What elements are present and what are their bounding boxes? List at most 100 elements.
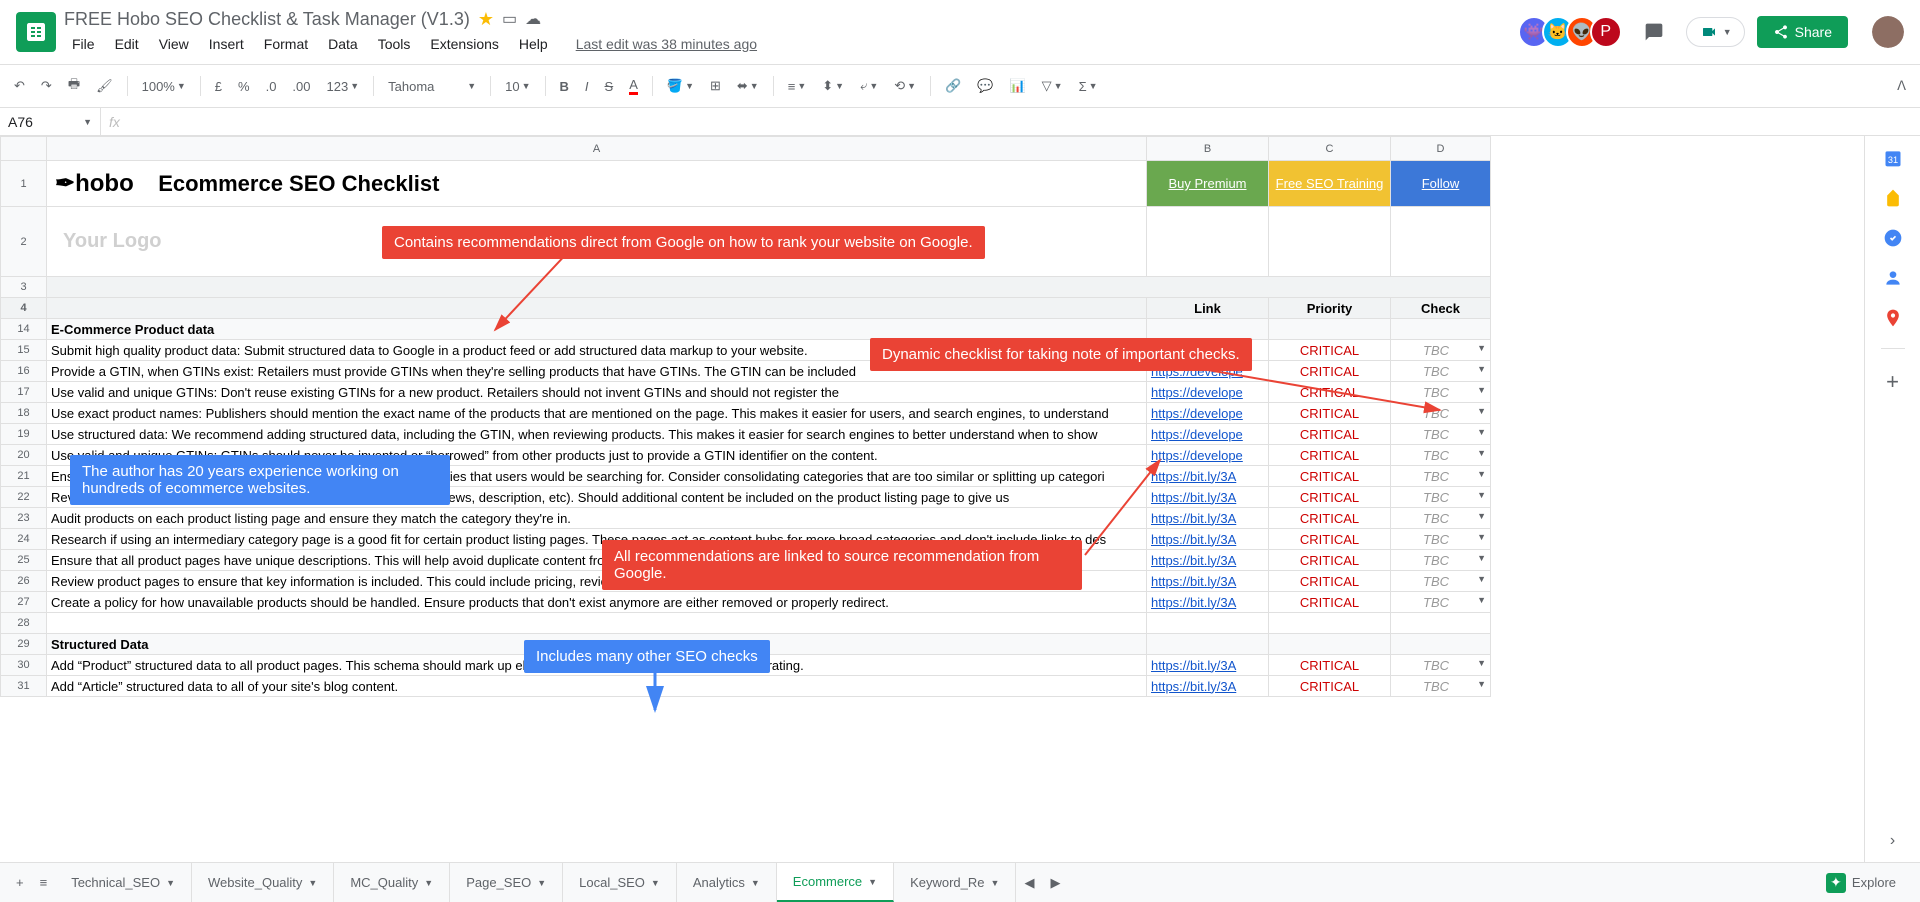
text-color-btn[interactable]: A	[623, 73, 644, 99]
check-header[interactable]: Check	[1391, 298, 1491, 319]
menu-view[interactable]: View	[151, 32, 197, 56]
link-cell[interactable]: https://bit.ly/3A	[1147, 550, 1269, 571]
meet-button[interactable]: ▼	[1686, 17, 1745, 47]
link-cell[interactable]: https://bit.ly/3A	[1147, 592, 1269, 613]
row-header[interactable]: 19	[1, 424, 47, 445]
bold-btn[interactable]: B	[554, 75, 575, 98]
explore-button[interactable]: ✦ Explore	[1810, 873, 1912, 893]
valign-btn[interactable]: ⬍ ▼	[816, 74, 850, 98]
link-cell[interactable]: https://bit.ly/3A	[1147, 529, 1269, 550]
cell[interactable]: Audit products on each product listing p…	[47, 508, 1147, 529]
link-cell[interactable]: https://develope	[1147, 445, 1269, 466]
contacts-icon[interactable]	[1883, 268, 1903, 288]
link-cell[interactable]: https://bit.ly/3A	[1147, 487, 1269, 508]
priority-cell[interactable]: CRITICAL	[1269, 340, 1391, 361]
sheet-tab[interactable]: Analytics ▼	[677, 863, 777, 902]
col-header-c[interactable]: C	[1269, 137, 1391, 161]
cell[interactable]: Use structured data: We recommend adding…	[47, 424, 1147, 445]
document-title[interactable]: FREE Hobo SEO Checklist & Task Manager (…	[64, 9, 470, 30]
menu-extensions[interactable]: Extensions	[422, 32, 506, 56]
check-cell[interactable]: TBC ▼	[1391, 361, 1491, 382]
buy-premium-link[interactable]: Buy Premium	[1147, 161, 1269, 207]
priority-cell[interactable]: CRITICAL	[1269, 550, 1391, 571]
print-icon[interactable]: 🖶	[62, 71, 86, 101]
link-cell[interactable]: https://bit.ly/3A	[1147, 466, 1269, 487]
menu-edit[interactable]: Edit	[107, 32, 147, 56]
sheet-tab[interactable]: Keyword_Re ▼	[894, 863, 1016, 902]
scroll-left-icon[interactable]: ◀	[1016, 875, 1042, 891]
italic-btn[interactable]: I	[579, 75, 595, 98]
menu-tools[interactable]: Tools	[370, 32, 419, 56]
row-header[interactable]: 2	[1, 207, 47, 277]
fontsize-select[interactable]: 10 ▼	[499, 75, 536, 98]
functions-btn[interactable]: Σ ▼	[1073, 75, 1104, 98]
dec-decrease-btn[interactable]: .0	[260, 75, 283, 98]
menu-help[interactable]: Help	[511, 32, 556, 56]
comment-btn[interactable]: 💬	[971, 74, 999, 98]
priority-cell[interactable]: CRITICAL	[1269, 487, 1391, 508]
add-icon[interactable]: +	[1883, 369, 1903, 389]
cell[interactable]: Create a policy for how unavailable prod…	[47, 592, 1147, 613]
row-header[interactable]: 15	[1, 340, 47, 361]
all-sheets-icon[interactable]: ≡	[32, 875, 56, 890]
comments-icon[interactable]	[1634, 12, 1674, 52]
check-cell[interactable]: TBC ▼	[1391, 382, 1491, 403]
priority-cell[interactable]: CRITICAL	[1269, 571, 1391, 592]
link-cell[interactable]: https://develope	[1147, 424, 1269, 445]
cell[interactable]: Add “Article” structured data to all of …	[47, 676, 1147, 697]
check-cell[interactable]: TBC ▼	[1391, 340, 1491, 361]
menu-file[interactable]: File	[64, 32, 103, 56]
priority-cell[interactable]: CRITICAL	[1269, 361, 1391, 382]
menu-insert[interactable]: Insert	[201, 32, 252, 56]
sheets-logo[interactable]	[16, 12, 56, 52]
check-cell[interactable]: TBC ▼	[1391, 655, 1491, 676]
paint-format-icon[interactable]: 🖌	[90, 74, 119, 98]
sheet-tab[interactable]: Ecommerce ▼	[777, 863, 894, 902]
row-header[interactable]: 21	[1, 466, 47, 487]
halign-btn[interactable]: ≡ ▼	[782, 75, 813, 98]
collapse-toolbar-icon[interactable]: ᐱ	[1891, 74, 1912, 98]
link-cell[interactable]: https://bit.ly/3A	[1147, 676, 1269, 697]
format-btn[interactable]: 123 ▼	[321, 75, 366, 98]
check-cell[interactable]: TBC ▼	[1391, 466, 1491, 487]
strike-btn[interactable]: S	[599, 75, 620, 98]
maps-icon[interactable]	[1883, 308, 1903, 328]
link-cell[interactable]: https://bit.ly/3A	[1147, 571, 1269, 592]
menu-data[interactable]: Data	[320, 32, 366, 56]
priority-cell[interactable]: CRITICAL	[1269, 529, 1391, 550]
percent-btn[interactable]: %	[232, 75, 256, 98]
priority-cell[interactable]: CRITICAL	[1269, 403, 1391, 424]
col-header-a[interactable]: A	[47, 137, 1147, 161]
cell[interactable]: Use exact product names: Publishers shou…	[47, 403, 1147, 424]
free-training-link[interactable]: Free SEO Training	[1269, 161, 1391, 207]
add-sheet-icon[interactable]: +	[8, 875, 32, 890]
cell[interactable]: ✒hobo Ecommerce SEO Checklist	[47, 161, 1147, 207]
zoom-select[interactable]: 100% ▼	[136, 75, 192, 98]
redo-icon[interactable]: ↷	[35, 74, 58, 98]
menu-format[interactable]: Format	[256, 32, 316, 56]
row-header[interactable]: 25	[1, 550, 47, 571]
wrap-btn[interactable]: ⤶ ▼	[854, 74, 884, 98]
tasks-icon[interactable]	[1883, 228, 1903, 248]
priority-cell[interactable]: CRITICAL	[1269, 508, 1391, 529]
merge-btn[interactable]: ⬌ ▼	[731, 74, 765, 98]
priority-header[interactable]: Priority	[1269, 298, 1391, 319]
check-cell[interactable]: TBC ▼	[1391, 487, 1491, 508]
cloud-status-icon[interactable]: ☁	[525, 9, 541, 29]
col-header-d[interactable]: D	[1391, 137, 1491, 161]
check-cell[interactable]: TBC ▼	[1391, 403, 1491, 424]
profile-avatar[interactable]	[1872, 16, 1904, 48]
priority-cell[interactable]: CRITICAL	[1269, 424, 1391, 445]
link-header[interactable]: Link	[1147, 298, 1269, 319]
link-cell[interactable]: https://bit.ly/3A	[1147, 508, 1269, 529]
check-cell[interactable]: TBC ▼	[1391, 571, 1491, 592]
row-header[interactable]: 23	[1, 508, 47, 529]
priority-cell[interactable]: CRITICAL	[1269, 676, 1391, 697]
cell[interactable]: Use valid and unique GTINs: Don't reuse …	[47, 382, 1147, 403]
check-cell[interactable]: TBC ▼	[1391, 508, 1491, 529]
filter-btn[interactable]: ▽ ▼	[1036, 74, 1069, 98]
row-header[interactable]: 17	[1, 382, 47, 403]
font-select[interactable]: Tahoma ▼	[382, 75, 482, 98]
row-header[interactable]: 4	[1, 298, 47, 319]
row-header[interactable]: 18	[1, 403, 47, 424]
